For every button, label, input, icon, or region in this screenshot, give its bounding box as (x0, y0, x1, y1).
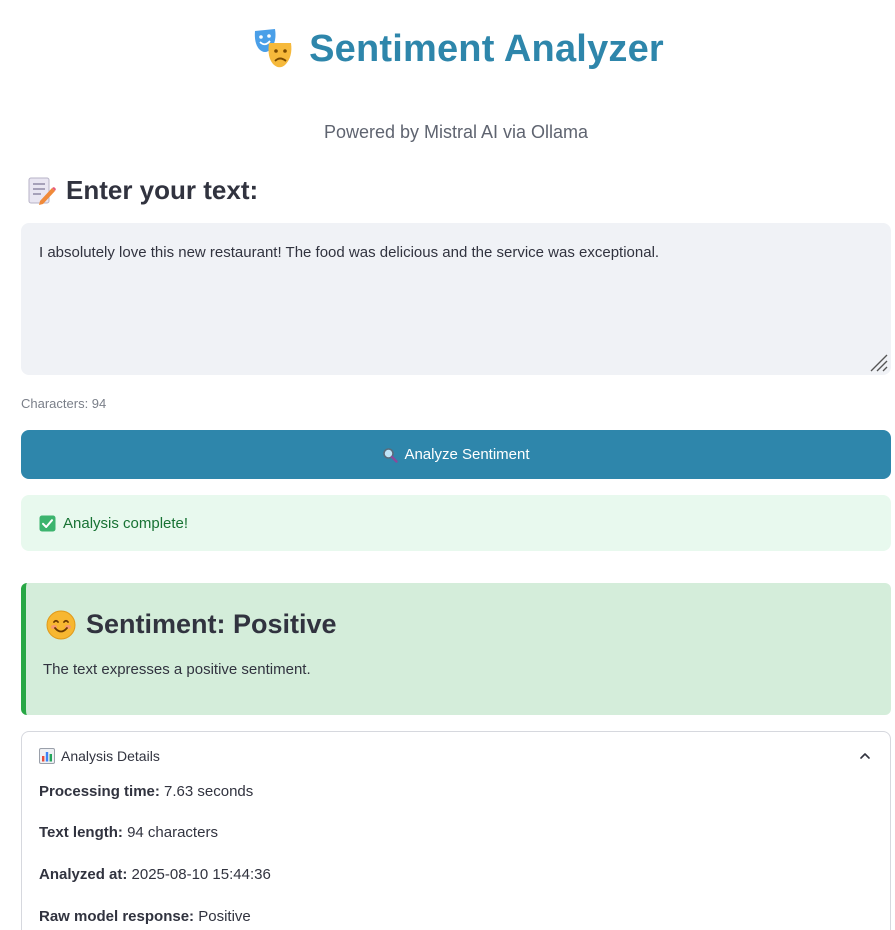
detail-text-length: Text length: 94 characters (39, 824, 218, 841)
sentiment-label: Sentiment: Positive (86, 609, 337, 639)
analysis-details-expander: Analysis Details Processing time: 7.63 s… (21, 731, 891, 930)
detail-label: Text length: (39, 824, 123, 841)
success-alert-text: Analysis complete! (63, 514, 189, 532)
bar-chart-icon (39, 748, 55, 764)
success-alert: Analysis complete! (21, 495, 891, 551)
detail-label: Processing time: (39, 783, 160, 800)
smiling-face-icon (46, 610, 76, 639)
check-box-icon (39, 515, 56, 531)
chevron-up-icon[interactable] (859, 750, 871, 762)
analysis-details-title: Analysis Details (61, 748, 160, 764)
text-input-value: I absolutely love this new restaurant! T… (39, 244, 660, 261)
detail-value: 7.63 seconds (164, 783, 254, 800)
resize-handle-icon[interactable] (867, 351, 889, 373)
detail-value: 2025-08-10 15:44:36 (131, 866, 271, 883)
page-subtitle: Powered by Mistral AI via Ollama (323, 122, 589, 142)
detail-value: 94 characters (127, 824, 218, 841)
analysis-details-toggle[interactable]: Analysis Details (39, 746, 873, 766)
detail-processing-time: Processing time: 7.63 seconds (39, 783, 253, 800)
character-count: Characters: 94 (21, 396, 107, 411)
analyze-button-label: Analyze Sentiment (404, 446, 530, 463)
memo-icon (28, 177, 56, 205)
input-section-heading: Enter your text: (26, 174, 258, 206)
performing-arts-masks-icon (254, 29, 292, 68)
magnifying-glass-icon (383, 447, 399, 463)
page-title: Sentiment Analyzer (309, 27, 664, 70)
detail-raw-response: Raw model response: Positive (39, 908, 251, 925)
app-page: Sentiment Analyzer Powered by Mistral AI… (0, 0, 895, 930)
sentiment-result-card: Sentiment: Positive The text expresses a… (21, 583, 891, 715)
page-header: Sentiment Analyzer (0, 24, 895, 74)
sentiment-description: The text expresses a positive sentiment. (43, 661, 311, 678)
detail-analyzed-at: Analyzed at: 2025-08-10 15:44:36 (39, 866, 271, 883)
detail-label: Analyzed at: (39, 866, 128, 883)
text-input-area[interactable]: I absolutely love this new restaurant! T… (21, 223, 891, 375)
detail-label: Raw model response: (39, 908, 195, 925)
analyze-sentiment-button[interactable]: Analyze Sentiment (21, 430, 891, 479)
input-heading-text: Enter your text: (66, 174, 259, 205)
detail-value: Positive (198, 908, 251, 925)
sentiment-result-title: Sentiment: Positive (46, 609, 337, 640)
